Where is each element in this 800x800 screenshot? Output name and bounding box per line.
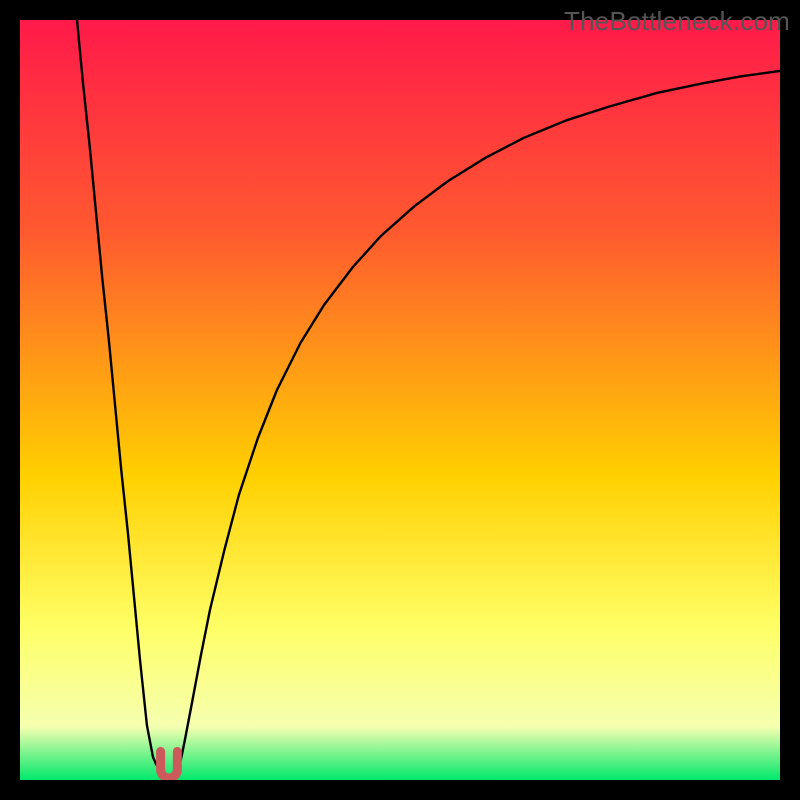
gradient-background [20,20,780,780]
chart-svg [20,20,780,780]
watermark-text: TheBottleneck.com [564,6,790,37]
plot-area [20,20,780,780]
chart-frame: TheBottleneck.com [0,0,800,800]
